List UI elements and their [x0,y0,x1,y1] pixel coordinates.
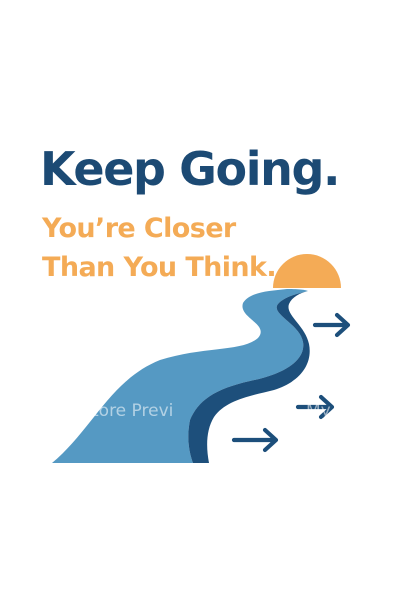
arrow-right-icon [231,427,279,453]
poster: { "poster": { "headline": "Keep Going.",… [0,0,400,600]
arrow-right-icon [312,312,351,338]
sun-icon [273,254,341,288]
watermark-text: My [306,401,331,421]
watermark-text: tore Previ [92,401,174,421]
river-illustration [52,254,351,463]
